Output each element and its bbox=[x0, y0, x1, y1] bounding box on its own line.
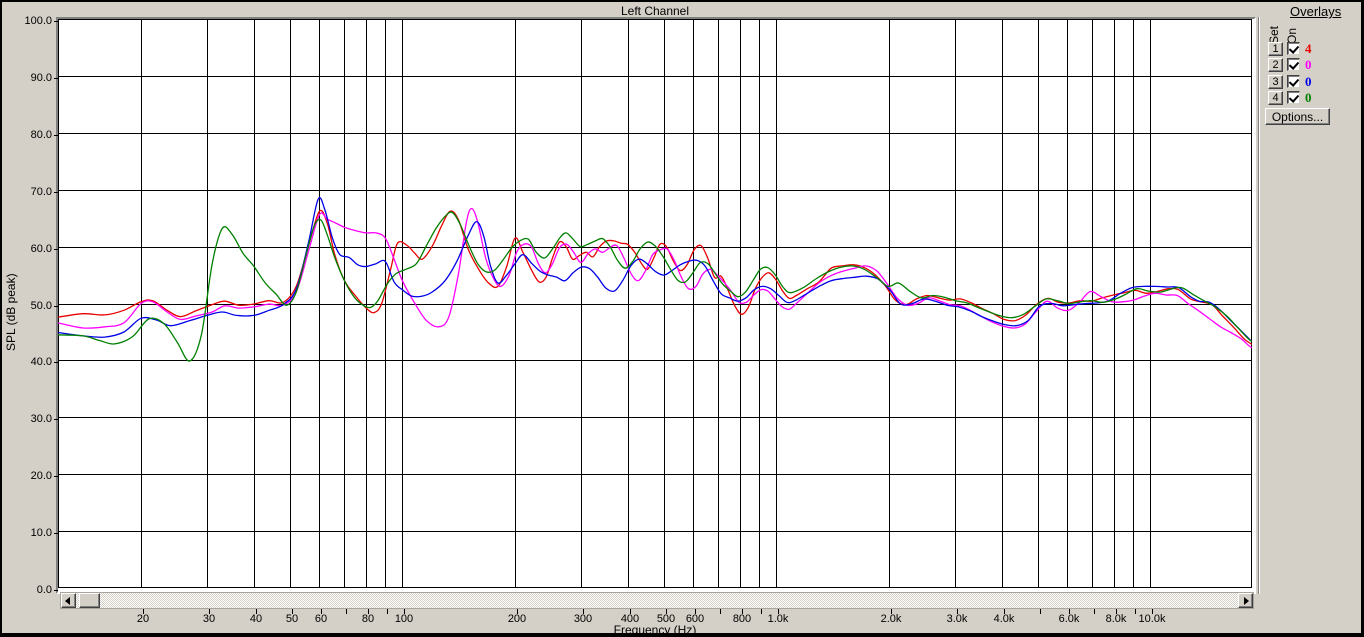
horizontal-scrollbar[interactable] bbox=[60, 592, 1254, 609]
frequency-response-plot bbox=[58, 19, 1252, 588]
y-tick-label-60: 60.0 bbox=[30, 242, 52, 255]
options-button[interactable]: Options... bbox=[1265, 108, 1330, 125]
plot-area bbox=[56, 17, 1256, 594]
y-tick-mark bbox=[54, 306, 58, 307]
y-tick-label-70: 70.0 bbox=[30, 185, 52, 198]
scrollbar-thumb[interactable] bbox=[79, 593, 100, 608]
overlay-count-3: 0 bbox=[1305, 73, 1312, 89]
overlay-on-checkbox-3[interactable] bbox=[1287, 74, 1300, 88]
y-tick-label-30: 30.0 bbox=[30, 413, 52, 426]
trace-overlay-1-red bbox=[58, 209, 1252, 346]
y-tick-label-50: 50.0 bbox=[30, 299, 52, 312]
overlay-row-1: 14 bbox=[1268, 41, 1361, 57]
checkmark-icon bbox=[1288, 43, 1300, 54]
overlay-count-4: 0 bbox=[1305, 90, 1312, 106]
scroll-right-icon bbox=[1244, 597, 1249, 605]
overlay-row-3: 30 bbox=[1268, 73, 1361, 90]
y-tick-mark bbox=[54, 590, 58, 591]
checkmark-icon bbox=[1288, 59, 1300, 71]
overlay-set-button-2[interactable]: 2 bbox=[1268, 58, 1283, 73]
y-tick-mark bbox=[54, 476, 58, 477]
on-column-label: On bbox=[1285, 27, 1299, 44]
overlay-row-4: 40 bbox=[1268, 90, 1361, 106]
y-tick-label-80: 80.0 bbox=[30, 128, 52, 141]
y-tick-label-40: 40.0 bbox=[30, 356, 52, 369]
overlay-on-checkbox-4[interactable] bbox=[1287, 91, 1300, 105]
y-tick-mark bbox=[54, 78, 58, 79]
y-tick-mark bbox=[54, 419, 58, 420]
overlay-on-checkbox-2[interactable] bbox=[1287, 58, 1300, 72]
x-tick-mark bbox=[1040, 609, 1041, 614]
y-tick-label-10: 10.0 bbox=[30, 527, 52, 540]
checkmark-icon bbox=[1288, 75, 1300, 87]
overlay-count-2: 0 bbox=[1305, 57, 1312, 73]
chart-title: Left Channel bbox=[620, 4, 690, 18]
y-tick-mark bbox=[54, 21, 58, 22]
trace-overlay-3-blue bbox=[58, 197, 1252, 342]
y-tick-mark bbox=[54, 192, 58, 193]
trace-overlay-4-green bbox=[58, 211, 1252, 362]
y-tick-mark bbox=[54, 249, 58, 250]
y-tick-mark bbox=[54, 362, 58, 363]
overlay-on-checkbox-1[interactable] bbox=[1287, 42, 1300, 55]
overlay-set-button-3[interactable]: 3 bbox=[1268, 74, 1283, 89]
panel-divider-highlight bbox=[1259, 17, 1260, 594]
analyzer-window: Left Channel SPL (dB peak) 100.0 90.0 80.0… bbox=[0, 0, 1364, 637]
overlays-title: Overlays bbox=[1290, 4, 1342, 19]
overlay-set-button-1[interactable]: 1 bbox=[1268, 42, 1283, 56]
set-column-label: Set bbox=[1267, 25, 1281, 44]
trace-overlay-2-magenta bbox=[58, 207, 1252, 349]
y-tick-label-100: 100.0 bbox=[24, 15, 52, 27]
y-tick-label-20: 20.0 bbox=[30, 470, 52, 483]
scrollbar-left-button[interactable] bbox=[61, 593, 76, 608]
y-tick-label-90: 90.0 bbox=[30, 71, 52, 84]
overlay-set-button-4[interactable]: 4 bbox=[1268, 91, 1283, 106]
x-axis-title: Frequency (Hz) bbox=[613, 623, 697, 637]
y-tick-mark bbox=[54, 135, 58, 136]
y-tick-label-0: 0.0 bbox=[36, 584, 52, 596]
overlay-row-2: 20 bbox=[1268, 57, 1361, 73]
scroll-left-icon bbox=[65, 597, 70, 605]
overlay-count-1: 4 bbox=[1305, 41, 1312, 56]
scrollbar-right-button[interactable] bbox=[1238, 593, 1253, 608]
y-tick-mark bbox=[54, 533, 58, 534]
checkmark-icon bbox=[1288, 92, 1300, 104]
